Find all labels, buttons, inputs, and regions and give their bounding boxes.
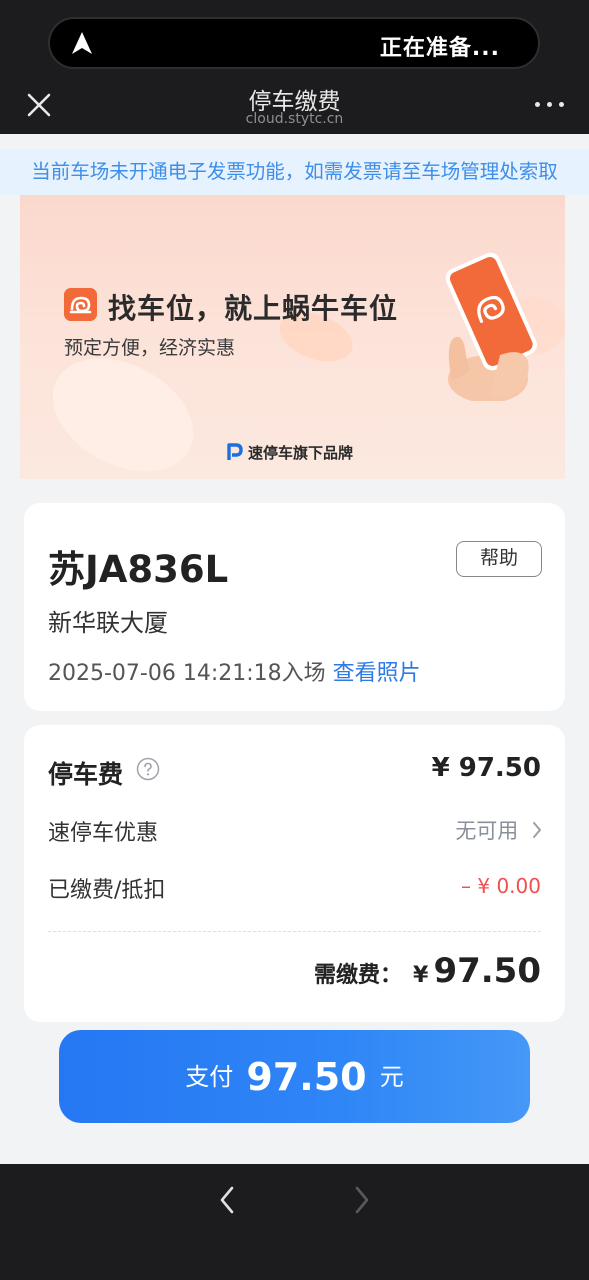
page-domain: cloud.stytc.cn <box>245 111 344 127</box>
amount-due-row: 需缴费： ¥ 97.50 <box>314 951 541 991</box>
amount-due-value: 97.50 <box>433 951 541 991</box>
banner-subtitle: 预定方便，经济实惠 <box>64 337 236 359</box>
license-plate: 苏JA836L <box>48 548 229 591</box>
parking-lot-name: 新华联大厦 <box>48 609 168 637</box>
discount-selector[interactable]: 无可用 <box>455 815 543 845</box>
banner-title: 找车位，就上蜗牛车位 <box>108 292 399 325</box>
amount-due-currency: ¥ <box>413 963 429 988</box>
help-circle-icon[interactable] <box>136 757 160 781</box>
entry-time-row: 2025-07-06 14:21:18入场 查看照片 <box>48 655 421 687</box>
browser-bottom-bar <box>0 1164 589 1280</box>
paid-deduction-value: – ¥ 0.00 <box>461 874 541 898</box>
island-status-text: 正在准备... <box>379 36 500 61</box>
parking-fee-label: 停车费 <box>48 760 124 789</box>
status-bar: 正在准备... <box>0 0 589 78</box>
chevron-left-icon[interactable] <box>212 1182 242 1218</box>
paid-deduction-label: 已缴费/抵扣 <box>48 878 166 903</box>
promo-banner[interactable]: 找车位，就上蜗牛车位 预定方便，经济实惠 速停车旗下品牌 <box>20 195 565 479</box>
pay-button-unit: 元 <box>379 1063 404 1091</box>
discount-label: 速停车优惠 <box>48 821 159 846</box>
pay-button[interactable]: 支付 97.50 元 <box>59 1030 530 1123</box>
fee-card: 停车费 ¥ 97.50 速停车优惠 无可用 已缴费/抵扣 – ¥ 0.00 需缴… <box>24 725 565 1022</box>
snail-logo-icon <box>64 288 97 321</box>
help-button[interactable]: 帮助 <box>456 541 542 577</box>
title-bar: 停车缴费 cloud.stytc.cn <box>0 78 589 134</box>
page-content: 当前车场未开通电子发票功能，如需发票请至车场管理处索取 找车位，就上蜗牛车位 预… <box>0 134 589 1164</box>
entry-time: 2025-07-06 14:21:18入场 <box>48 661 326 686</box>
vehicle-card: 苏JA836L 帮助 新华联大厦 2025-07-06 14:21:18入场 查… <box>24 503 565 711</box>
discount-value: 无可用 <box>455 819 519 843</box>
pay-button-amount: 97.50 <box>246 1055 367 1099</box>
banner-brand: 速停车旗下品牌 <box>248 444 354 462</box>
divider <box>48 931 541 932</box>
invoice-notice: 当前车场未开通电子发票功能，如需发票请至车场管理处索取 <box>0 149 589 195</box>
dynamic-island: 正在准备... <box>48 17 540 69</box>
chevron-right-icon <box>533 822 541 838</box>
pay-button-prefix: 支付 <box>185 1063 234 1091</box>
brand-p-icon <box>227 443 243 460</box>
view-photo-link[interactable]: 查看照片 <box>333 661 421 686</box>
more-icon[interactable] <box>535 100 565 110</box>
navigation-arrow-icon <box>72 32 92 54</box>
parking-fee-value: ¥ 97.50 <box>431 753 541 783</box>
amount-due-label: 需缴费： <box>313 963 402 988</box>
chevron-right-icon[interactable] <box>347 1182 377 1218</box>
phone-in-hand-icon <box>445 252 537 401</box>
